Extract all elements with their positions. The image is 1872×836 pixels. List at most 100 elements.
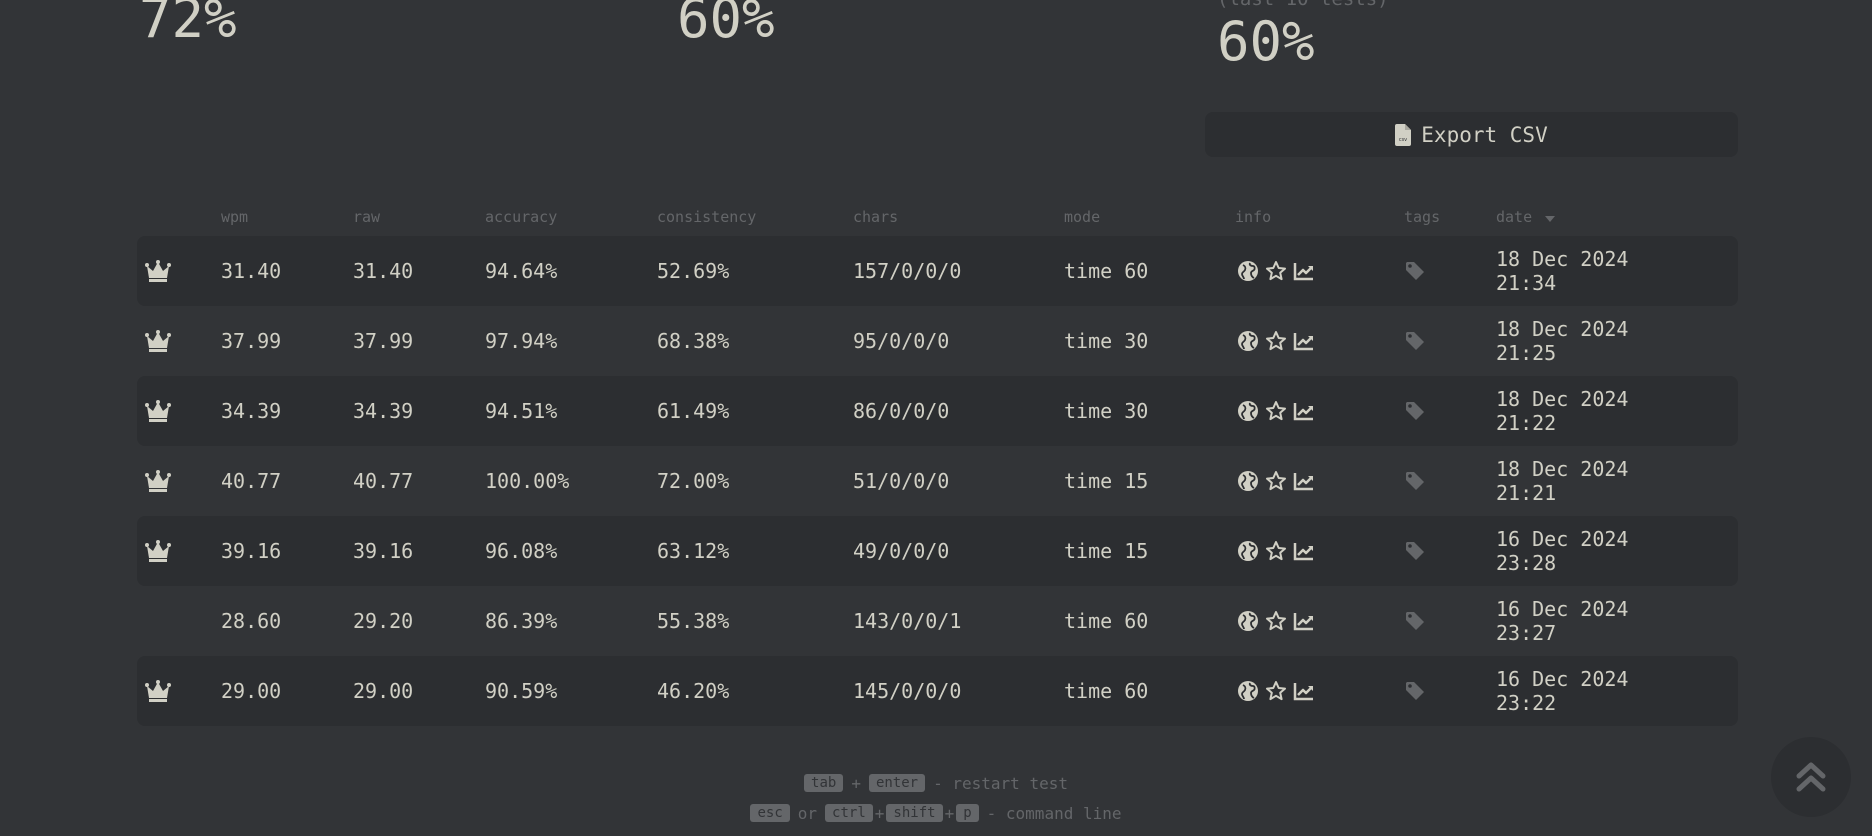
chart-icon[interactable] (1293, 470, 1315, 492)
cell-wpm: 31.40 (221, 259, 282, 283)
scroll-to-top-button[interactable] (1771, 737, 1851, 817)
footer-line-command: esc or ctrl + shift + p - command line (0, 798, 1872, 828)
tag-icon[interactable] (1404, 586, 1426, 656)
cell-mode: time 60 (1064, 679, 1149, 703)
chart-icon[interactable] (1293, 680, 1315, 702)
cell-wpm: 29.00 (221, 679, 282, 703)
star-icon[interactable] (1265, 400, 1287, 422)
cell-date: 18 Dec 2024 21:22 (1496, 376, 1628, 446)
table-row: 34.39 34.39 94.51% 61.49% 86/0/0/0 time 30 18 … (137, 376, 1738, 446)
cell-info (1237, 306, 1315, 376)
table-row: 40.77 40.77 100.00% 72.00% 51/0/0/0 time 15 18… (137, 446, 1738, 516)
cell-consistency: 52.69% (657, 259, 730, 283)
tag-icon[interactable] (1404, 656, 1426, 726)
cell-mode: time 30 (1064, 329, 1149, 353)
cell-consistency: 72.00% (657, 469, 730, 493)
tag-icon[interactable] (1404, 446, 1426, 516)
table-row: 37.99 37.99 97.94% 68.38% 95/0/0/0 time 30 18 … (137, 306, 1738, 376)
cell-raw: 37.99 (353, 329, 414, 353)
cell-date: 16 Dec 2024 23:28 (1496, 516, 1628, 586)
footer-line-restart: tab + enter - restart test (0, 768, 1872, 798)
date-time: 21:22 (1496, 411, 1557, 435)
svg-text:csv: csv (1399, 137, 1407, 143)
chart-icon[interactable] (1293, 400, 1315, 422)
export-csv-button[interactable]: csv Export CSV (1205, 112, 1738, 157)
date-day: 18 Dec 2024 (1496, 387, 1629, 411)
globe-icon[interactable] (1237, 470, 1259, 492)
date-day: 18 Dec 2024 (1496, 457, 1629, 481)
chart-icon[interactable] (1293, 540, 1315, 562)
cell-mode: time 15 (1064, 469, 1149, 493)
crown-icon (145, 656, 171, 726)
plus-sign: + (874, 803, 885, 823)
star-icon[interactable] (1265, 470, 1287, 492)
cell-raw: 40.77 (353, 469, 414, 493)
date-day: 16 Dec 2024 (1496, 597, 1629, 621)
cell-date: 18 Dec 2024 21:25 (1496, 306, 1628, 376)
table-row: 29.00 29.00 90.59% 46.20% 145/0/0/0 time 60 16… (137, 656, 1738, 726)
date-time: 21:25 (1496, 341, 1557, 365)
cell-date: 18 Dec 2024 21:21 (1496, 446, 1628, 516)
cell-raw: 29.20 (353, 609, 414, 633)
date-time: 23:27 (1496, 621, 1557, 645)
command-hint-text: - command line (986, 803, 1122, 823)
globe-icon[interactable] (1237, 330, 1259, 352)
globe-icon[interactable] (1237, 400, 1259, 422)
header-raw[interactable]: raw (353, 208, 380, 226)
chart-icon[interactable] (1293, 260, 1315, 282)
star-icon[interactable] (1265, 680, 1287, 702)
header-chars: chars (853, 208, 899, 226)
cell-raw: 31.40 (353, 259, 414, 283)
header-consistency[interactable]: consistency (657, 208, 756, 226)
cell-accuracy: 96.08% (485, 539, 558, 563)
tag-icon[interactable] (1404, 306, 1426, 376)
tag-icon[interactable] (1404, 376, 1426, 446)
cell-info (1237, 376, 1315, 446)
table-header: wpm raw accuracy consistency chars mode … (137, 202, 1738, 236)
cell-date: 16 Dec 2024 23:27 (1496, 586, 1628, 656)
cell-consistency: 61.49% (657, 399, 730, 423)
star-icon[interactable] (1265, 330, 1287, 352)
cell-accuracy: 90.59% (485, 679, 558, 703)
cell-date: 16 Dec 2024 23:22 (1496, 656, 1628, 726)
tag-icon[interactable] (1404, 236, 1426, 306)
or-text: or (797, 803, 818, 823)
cell-wpm: 37.99 (221, 329, 282, 353)
star-icon[interactable] (1265, 260, 1287, 282)
plus-sign: + (944, 803, 955, 823)
cell-chars: 51/0/0/0 (853, 469, 950, 493)
cell-info (1237, 656, 1315, 726)
cell-wpm: 39.16 (221, 539, 282, 563)
cell-raw: 39.16 (353, 539, 414, 563)
globe-icon[interactable] (1237, 680, 1259, 702)
globe-icon[interactable] (1237, 610, 1259, 632)
tag-icon[interactable] (1404, 516, 1426, 586)
globe-icon[interactable] (1237, 540, 1259, 562)
cell-raw: 34.39 (353, 399, 414, 423)
cell-mode: time 60 (1064, 609, 1149, 633)
cell-consistency: 55.38% (657, 609, 730, 633)
header-accuracy[interactable]: accuracy (485, 208, 557, 226)
cell-accuracy: 86.39% (485, 609, 558, 633)
header-date[interactable]: date (1496, 208, 1556, 226)
cell-chars: 157/0/0/0 (853, 259, 962, 283)
crown-icon (145, 306, 171, 376)
cell-mode: time 15 (1064, 539, 1149, 563)
key-p: p (956, 804, 979, 822)
footer-hints: tab + enter - restart test esc or ctrl +… (0, 768, 1872, 828)
globe-icon[interactable] (1237, 260, 1259, 282)
restart-hint-text: - restart test (933, 773, 1068, 793)
header-wpm[interactable]: wpm (221, 208, 248, 226)
header-tags: tags (1404, 208, 1441, 226)
chart-icon[interactable] (1293, 330, 1315, 352)
chart-icon[interactable] (1293, 610, 1315, 632)
cell-accuracy: 100.00% (485, 469, 570, 493)
header-date-label: date (1496, 208, 1533, 226)
crown-icon (145, 516, 171, 586)
star-icon[interactable] (1265, 610, 1287, 632)
export-csv-label: Export CSV (1421, 122, 1548, 147)
cell-info (1237, 516, 1315, 586)
star-icon[interactable] (1265, 540, 1287, 562)
stat-sub-3: (last 10 tests) (1217, 0, 1389, 10)
cell-consistency: 46.20% (657, 679, 730, 703)
